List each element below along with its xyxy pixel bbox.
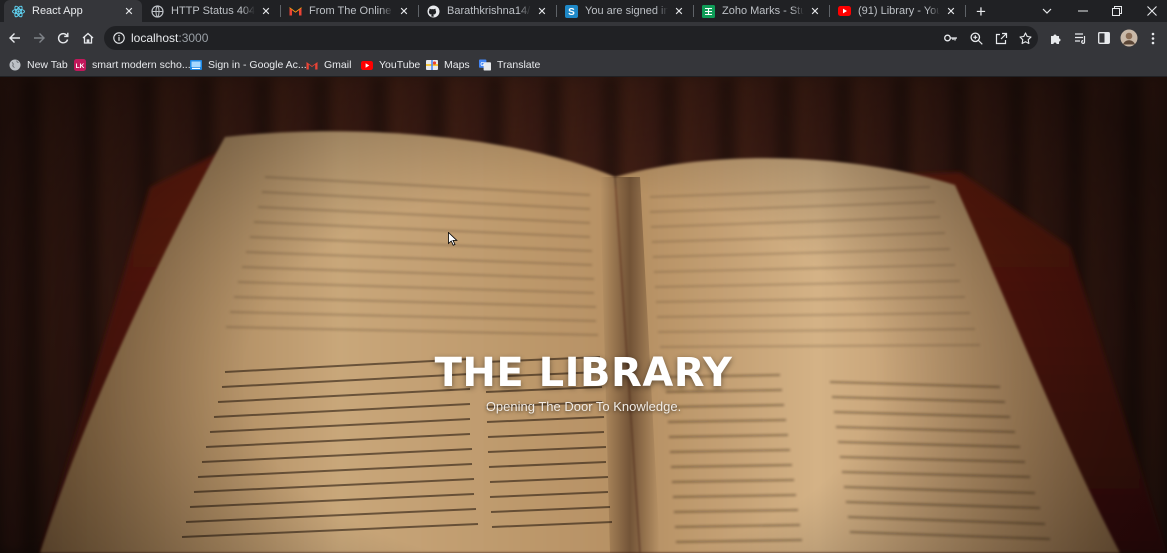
tab-youtube-library[interactable]: (91) Library - YouTube ✕ (830, 0, 964, 22)
close-icon[interactable]: ✕ (259, 4, 273, 18)
minimize-icon (1078, 10, 1088, 12)
react-icon (12, 5, 25, 18)
bookmark-google-signin[interactable]: Sign in - Google Ac... (190, 56, 307, 74)
chevron-down-icon (1042, 8, 1052, 14)
tab-online-library-mail[interactable]: From The Online Library ✕ (281, 0, 417, 22)
bookmark-label: Gmail (324, 59, 352, 71)
tab-signed-in[interactable]: S You are signed in as 1 ✕ (557, 0, 692, 22)
back-button[interactable] (5, 28, 25, 48)
chrome-menu-button[interactable] (1143, 28, 1163, 48)
close-icon[interactable]: ✕ (808, 4, 822, 18)
youtube-icon (838, 5, 851, 18)
home-icon (82, 32, 94, 44)
svg-text:S: S (568, 7, 575, 18)
browser-window: React App ✕ HTTP Status 404 – Not Found … (0, 0, 1167, 553)
share-icon[interactable] (994, 31, 1008, 45)
tab-zoho-marks[interactable]: Zoho Marks - Student ✕ (694, 0, 828, 22)
minimize-button[interactable] (1068, 0, 1098, 22)
reading-list-button[interactable] (1070, 28, 1090, 48)
bookmark-smart-modern-school[interactable]: LK smart modern scho... (74, 56, 191, 74)
translate-icon: G (479, 59, 491, 71)
bookmark-new-tab[interactable]: New Tab (9, 56, 68, 74)
close-icon[interactable]: ✕ (944, 4, 958, 18)
new-tab-button[interactable]: + (972, 2, 990, 20)
gmail-icon (289, 5, 302, 18)
arrow-left-icon (9, 33, 20, 43)
extensions-button[interactable] (1045, 28, 1065, 48)
zoho-sheet-icon (702, 4, 715, 18)
tab-separator (965, 5, 966, 17)
maps-icon (426, 59, 438, 71)
svg-text:G: G (480, 62, 484, 68)
page-title: THE LIBRARY (434, 350, 733, 396)
puzzle-icon (1050, 34, 1060, 44)
tab-title: HTTP Status 404 – Not Found (171, 5, 255, 17)
gmail-icon (306, 59, 318, 71)
svg-text:LK: LK (76, 63, 85, 70)
close-icon[interactable]: ✕ (397, 4, 411, 18)
side-panel-button[interactable] (1094, 28, 1114, 48)
media-queue-icon (1074, 33, 1085, 44)
open-book-photo (40, 131, 1167, 553)
close-icon[interactable]: ✕ (672, 4, 686, 18)
hero-section: THE LIBRARY Opening The Door To Knowledg… (0, 349, 1167, 414)
tab-title: Zoho Marks - Student (722, 5, 804, 17)
tab-title: (91) Library - YouTube (858, 5, 940, 17)
tab-http-404[interactable]: HTTP Status 404 – Not Found ✕ (143, 0, 279, 22)
page-viewport: THE LIBRARY Opening The Door To Knowledg… (0, 77, 1167, 553)
arrow-right-icon (34, 33, 45, 43)
reload-button[interactable] (53, 28, 73, 48)
tab-title: React App (32, 5, 83, 17)
restore-icon (1112, 6, 1122, 16)
page-subtitle: Opening The Door To Knowledge. (485, 399, 682, 414)
bookmark-gmail[interactable]: Gmail (306, 56, 351, 74)
url-text[interactable]: localhost:3000 (131, 31, 208, 45)
github-icon (427, 5, 440, 18)
mouse-cursor-icon (448, 232, 458, 246)
tab-github-repo[interactable]: Barathkrishna14/Library ✕ (419, 0, 555, 22)
close-icon[interactable]: ✕ (122, 4, 136, 18)
bookmark-label: New Tab (27, 59, 68, 71)
password-key-icon[interactable] (944, 31, 958, 45)
side-panel-icon (1098, 32, 1110, 44)
more-vertical-icon (1151, 32, 1155, 44)
school-logo-icon: LK (74, 59, 86, 71)
bookmark-label: Sign in - Google Ac... (208, 59, 307, 71)
tab-title: Barathkrishna14/Library (447, 5, 531, 17)
zoom-icon[interactable] (969, 31, 983, 45)
home-button[interactable] (78, 28, 98, 48)
avatar-icon (1120, 29, 1138, 47)
tab-title: You are signed in as 1 (585, 5, 668, 17)
tab-react-app[interactable]: React App ✕ (4, 0, 142, 22)
tab-search-button[interactable] (1032, 0, 1062, 22)
close-icon[interactable]: ✕ (535, 4, 549, 18)
url-port: :3000 (178, 31, 209, 45)
bookmark-translate[interactable]: G Translate (479, 56, 540, 74)
restore-button[interactable] (1102, 0, 1132, 22)
window-close-button[interactable] (1137, 0, 1167, 22)
forward-button[interactable] (29, 28, 49, 48)
youtube-icon (361, 59, 373, 71)
bookmark-label: Translate (497, 59, 541, 71)
google-classroom-icon (190, 59, 202, 71)
globe-icon (151, 4, 164, 18)
bookmark-label: smart modern scho... (92, 59, 191, 71)
bookmark-label: YouTube (379, 59, 421, 71)
tab-strip: React App ✕ HTTP Status 404 – Not Found … (0, 0, 1167, 22)
browser-toolbar: localhost:3000 (0, 22, 1167, 54)
bookmark-label: Maps (444, 59, 470, 71)
reload-icon (57, 32, 69, 44)
address-bar[interactable]: localhost:3000 (104, 26, 1038, 50)
site-info-icon[interactable] (112, 31, 126, 45)
globe-icon (9, 59, 21, 71)
url-host: localhost (131, 31, 179, 45)
bookmark-youtube[interactable]: YouTube (361, 56, 420, 74)
bookmark-star-icon[interactable] (1018, 31, 1032, 45)
bookmark-maps[interactable]: Maps (426, 56, 470, 74)
bookmarks-bar: New Tab LK smart modern scho... Sign in … (0, 54, 1167, 77)
close-icon (1147, 6, 1157, 16)
s-app-icon: S (565, 4, 578, 18)
profile-avatar[interactable] (1119, 28, 1139, 48)
tab-title: From The Online Library (309, 5, 393, 17)
